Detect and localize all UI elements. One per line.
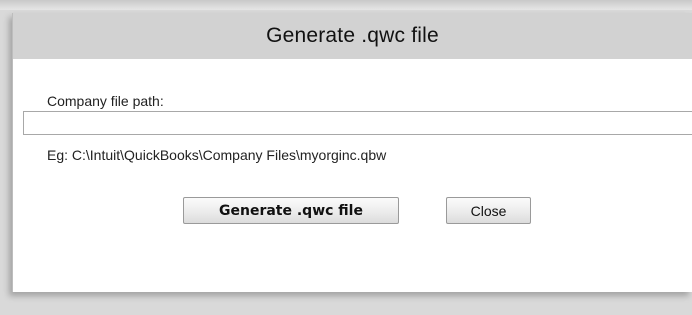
generate-qwc-button[interactable]: Generate .qwc file	[183, 197, 399, 224]
example-path-hint: Eg: C:\Intuit\QuickBooks\Company Files\m…	[47, 147, 387, 163]
generate-qwc-dialog: Generate .qwc file Company file path: Eg…	[12, 13, 692, 292]
background-page-strip	[0, 0, 692, 10]
generate-qwc-button-label: Generate .qwc file	[219, 202, 363, 219]
dialog-header: Generate .qwc file	[13, 13, 692, 59]
company-file-path-label: Company file path:	[47, 93, 164, 109]
close-button[interactable]: Close	[446, 197, 531, 224]
dialog-title: Generate .qwc file	[266, 24, 439, 47]
company-file-path-input[interactable]	[23, 111, 692, 135]
close-button-label: Close	[470, 202, 507, 219]
